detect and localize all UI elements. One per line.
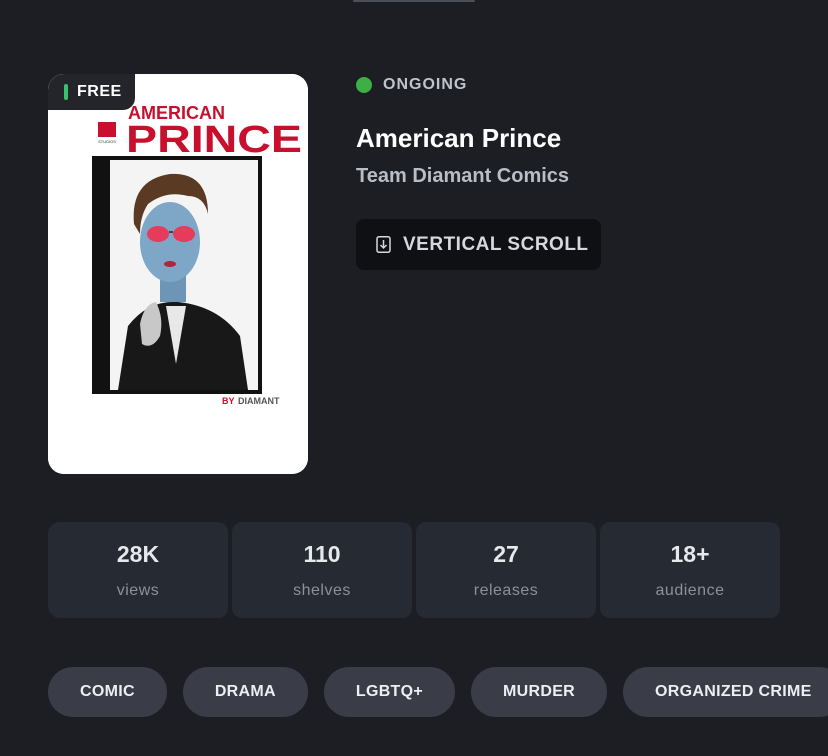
stat-value: 110: [303, 541, 341, 567]
svg-text:STUDIOS: STUDIOS: [98, 139, 116, 144]
tag-chip-drama[interactable]: DRAMA: [182, 667, 308, 717]
read-mode-button[interactable]: VERTICAL SCROLL: [356, 219, 601, 270]
cover-image[interactable]: STUDIOS AMERICAN PRINCE BY DIAMANT FREE: [48, 74, 308, 474]
stat-shelves: 110 shelves: [232, 522, 412, 618]
tag-list: COMIC DRAMA LGBTQ+ MURDER ORGANIZED CRIM…: [48, 667, 828, 717]
stat-value: 28K: [116, 541, 160, 567]
tag-chip-comic[interactable]: COMIC: [48, 667, 167, 717]
stat-label: views: [116, 582, 160, 599]
drag-handle[interactable]: [353, 0, 475, 2]
stat-label: shelves: [293, 582, 351, 599]
free-badge: FREE: [48, 74, 135, 110]
stat-audience: 18+ audience: [600, 522, 780, 618]
svg-text:PRINCE: PRINCE: [126, 119, 302, 161]
status-indicator: ONGOING: [356, 74, 467, 96]
series-title: American Prince: [356, 123, 562, 153]
tag-chip-lgbtq[interactable]: LGBTQ+: [323, 667, 456, 717]
status-dot-icon: [356, 77, 372, 93]
series-info: ONGOING American Prince Team Diamant Com…: [356, 74, 601, 270]
series-author[interactable]: Team Diamant Comics: [356, 165, 569, 188]
free-badge-label: FREE: [77, 83, 122, 100]
cover-artwork: STUDIOS AMERICAN PRINCE BY DIAMANT: [48, 74, 308, 474]
stat-label: audience: [655, 582, 725, 599]
read-mode-label: VERTICAL SCROLL: [403, 233, 589, 255]
tag-chip-organized-crime[interactable]: ORGANIZED CRIME: [623, 667, 828, 717]
vertical-scroll-icon: [376, 236, 391, 253]
tag-chip-murder[interactable]: MURDER: [471, 667, 608, 717]
stat-releases: 27 releases: [416, 522, 596, 618]
studio-logo: [98, 122, 116, 137]
stat-value: 18+: [670, 541, 710, 567]
stat-views: 28K views: [48, 522, 228, 618]
status-label: ONGOING: [383, 76, 468, 93]
stats-row: 28K views 110 shelves 27 releases 18+ au…: [48, 522, 780, 618]
stat-value: 27: [493, 541, 519, 567]
svg-text:DIAMANT: DIAMANT: [238, 396, 280, 406]
stat-label: releases: [473, 582, 539, 599]
svg-text:BY: BY: [222, 396, 235, 406]
badge-accent-bar: [64, 84, 68, 100]
